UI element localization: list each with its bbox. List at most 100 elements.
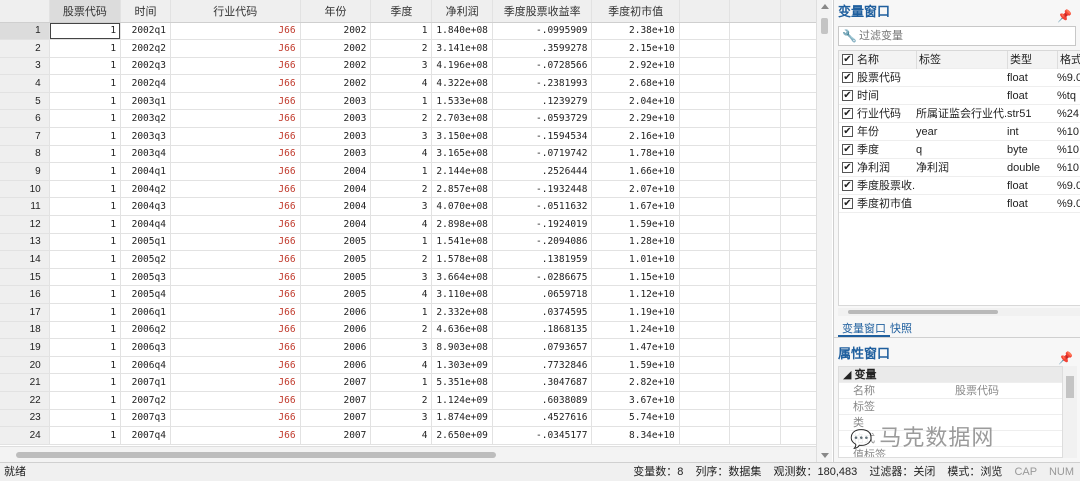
cell-market-value[interactable]: 3.67e+10 [591,391,680,410]
cell-quarter-return[interactable]: -.1932448 [492,180,593,199]
cell-empty[interactable] [729,22,782,41]
cell-empty[interactable] [679,268,731,287]
row-number[interactable]: 23 [0,409,50,428]
cell-time[interactable]: 2004q2 [120,180,171,199]
cell-empty[interactable] [679,250,731,269]
cell-market-value[interactable]: 1.78e+10 [591,145,680,164]
cell-year[interactable]: 2004 [300,197,372,217]
cell-net-profit[interactable]: 4.196e+08 [431,57,493,76]
cell-quarter-return[interactable]: -.0593729 [492,109,593,129]
variable-row[interactable]: ✔ 时间 float %tq [839,87,1080,105]
tab-snapshots[interactable]: 快照 [886,321,916,337]
cell-empty[interactable] [729,215,782,234]
cell-industry-code[interactable]: J66 [170,250,301,269]
cell-empty[interactable] [729,321,782,340]
cell-empty[interactable] [679,57,731,76]
cell-empty[interactable] [729,409,782,428]
variable-row[interactable]: ✔ 季度 q byte %10 [839,141,1080,159]
variable-checkbox[interactable]: ✔ [842,144,853,155]
cell-quarter-return[interactable]: -.1924019 [492,215,593,234]
cell-empty[interactable] [679,356,731,375]
cell-industry-code[interactable]: J66 [170,162,301,181]
cell-empty[interactable] [679,303,731,322]
cell-time[interactable]: 2005q4 [120,285,171,304]
cell-quarter-return[interactable]: .4527616 [492,409,593,428]
cell-market-value[interactable]: 1.01e+10 [591,250,680,269]
cell-industry-code[interactable]: J66 [170,233,301,252]
cell-quarter[interactable]: 2 [370,391,433,410]
cell-empty[interactable] [729,285,782,304]
cell-year[interactable]: 2004 [300,162,372,181]
cell-market-value[interactable]: 2.92e+10 [591,57,680,76]
row-number[interactable]: 6 [0,109,50,129]
cell-net-profit[interactable]: 2.144e+08 [431,162,493,181]
cell-net-profit[interactable]: 3.664e+08 [431,268,493,287]
grid-vertical-scrollbar[interactable] [816,0,832,462]
cell-net-profit[interactable]: 1.874e+09 [431,409,493,428]
row-number[interactable]: 16 [0,285,50,304]
properties-scrollbar[interactable] [1063,366,1077,458]
cell-empty[interactable] [679,426,731,445]
cell-quarter[interactable]: 3 [370,127,433,146]
cell-empty[interactable] [679,233,731,252]
cell-industry-code[interactable]: J66 [170,356,301,375]
cell-empty[interactable] [729,373,782,392]
variable-checkbox[interactable]: ✔ [842,90,853,101]
data-grid[interactable]: 股票代码 时间 行业代码 年份 季度 净利润 季度股票收益率 季度初市值 112… [0,0,832,462]
scroll-down-icon[interactable] [821,453,829,458]
cell-empty[interactable] [679,127,731,146]
cell-empty[interactable] [729,268,782,287]
cell-year[interactable]: 2005 [300,268,372,287]
cell-quarter-return[interactable]: .1381959 [492,250,593,269]
cell-stock-code[interactable]: 1 [49,22,122,41]
row-number[interactable]: 2 [0,39,50,58]
cell-year[interactable]: 2002 [300,39,372,58]
cell-quarter[interactable]: 2 [370,250,433,269]
cell-empty[interactable] [729,57,782,76]
cell-time[interactable]: 2003q3 [120,127,171,146]
cell-quarter[interactable]: 1 [370,303,433,322]
cell-stock-code[interactable]: 1 [49,233,122,252]
grid-horizontal-scrollbar[interactable] [0,446,816,462]
cell-empty[interactable] [729,109,782,129]
variable-row[interactable]: ✔ 股票代码 float %9.0 [839,69,1080,87]
column-header-quarter-return[interactable]: 季度股票收益率 [492,0,593,23]
cell-market-value[interactable]: 5.74e+10 [591,409,680,428]
table-row[interactable]: 9 1 2004q1 J66 2004 1 2.144e+08.2526444 1.66e+1… [0,162,832,181]
table-row[interactable]: 16 1 2005q4 J66 2005 4 3.110e+08.0659718 1.12e+… [0,285,832,304]
cell-empty[interactable] [729,233,782,252]
scroll-thumb[interactable] [16,452,496,458]
cell-time[interactable]: 2007q2 [120,391,171,410]
cell-stock-code[interactable]: 1 [49,426,122,445]
cell-stock-code[interactable]: 1 [49,268,122,287]
cell-quarter-return[interactable]: .2526444 [492,162,593,181]
cell-empty[interactable] [729,426,782,445]
select-all-checkbox[interactable]: ✔ [842,54,853,65]
cell-quarter-return[interactable]: .0374595 [492,303,593,322]
cell-net-profit[interactable]: 4.636e+08 [431,321,493,340]
cell-quarter[interactable]: 1 [370,92,433,111]
row-number[interactable]: 7 [0,127,50,146]
cell-industry-code[interactable]: J66 [170,57,301,76]
cell-year[interactable]: 2002 [300,57,372,76]
cell-net-profit[interactable]: 1.578e+08 [431,250,493,269]
cell-market-value[interactable]: 1.47e+10 [591,338,680,357]
cell-empty[interactable] [679,145,731,164]
cell-market-value[interactable]: 1.66e+10 [591,162,680,181]
cell-stock-code[interactable]: 1 [49,409,122,428]
cell-empty[interactable] [679,285,731,304]
row-number[interactable]: 1 [0,22,50,41]
cell-year[interactable]: 2006 [300,321,372,340]
table-row[interactable]: 17 1 2006q1 J66 2006 1 2.332e+08.0374595 1.19e+… [0,303,832,322]
property-row[interactable]: 名称 股票代码 [839,383,1062,399]
variable-checkbox[interactable]: ✔ [842,180,853,191]
cell-empty[interactable] [679,22,731,41]
cell-quarter-return[interactable]: .7732846 [492,356,593,375]
cell-empty[interactable] [679,109,731,129]
cell-time[interactable]: 2002q4 [120,74,171,93]
cell-market-value[interactable]: 2.29e+10 [591,109,680,129]
cell-time[interactable]: 2004q3 [120,197,171,217]
table-row[interactable]: 10 1 2004q2 J66 2004 2 2.857e+08 -.1932448 2.07e… [0,180,832,199]
row-number[interactable]: 15 [0,268,50,287]
cell-industry-code[interactable]: J66 [170,426,301,445]
